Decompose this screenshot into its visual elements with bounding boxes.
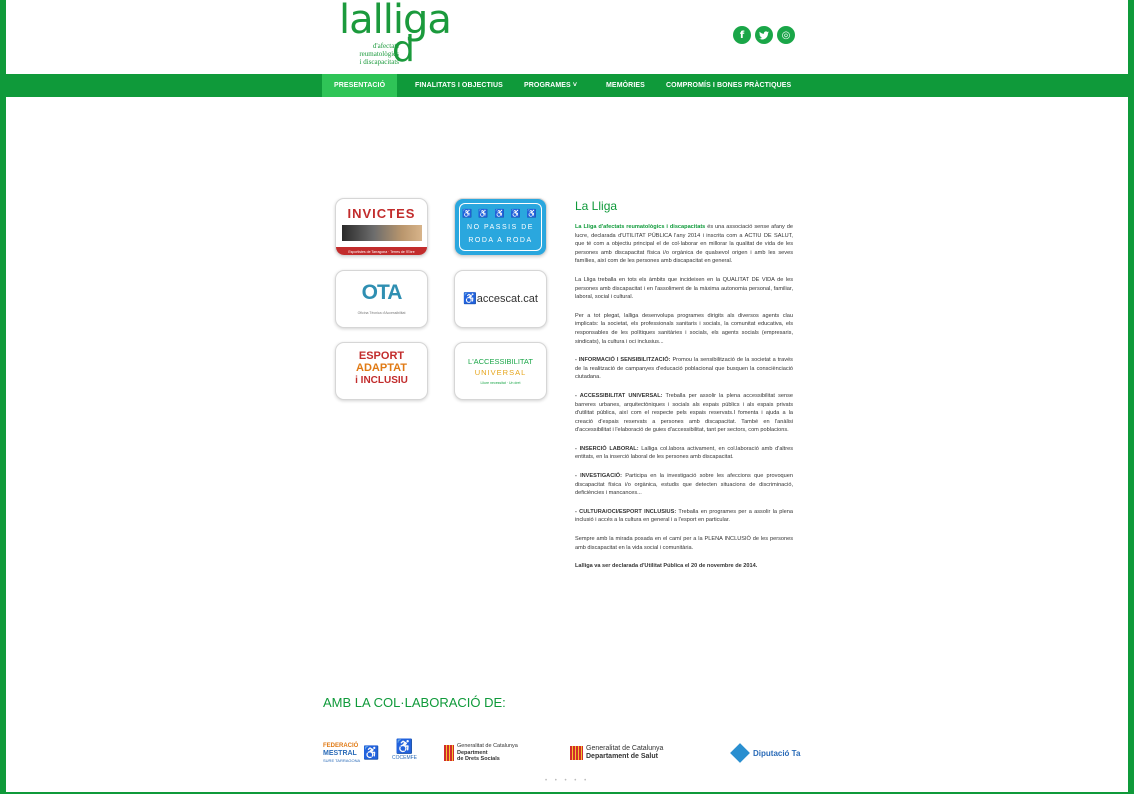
ota-subtitle: Oficina Tècnica d'Accessibilitat <box>357 311 406 315</box>
twitter-icon[interactable] <box>755 26 773 44</box>
diputacio-label: Diputació Ta <box>753 748 801 758</box>
about-heading: La Lliga <box>575 199 618 213</box>
invictes-card[interactable]: INVICTES Esportistes de Tarragona · Terr… <box>335 198 428 256</box>
senyera-icon <box>570 746 583 760</box>
nav-item-programes[interactable]: PROGRAMES ˅ <box>512 74 589 97</box>
nav-item-presentacio[interactable]: PRESENTACIÓ <box>322 74 398 97</box>
program-cultura: - CULTURA/OCI/ESPORT INCLUSIUS: Treballa… <box>575 508 793 525</box>
cocemfe-label: COCEMFE <box>392 755 417 761</box>
logo-tagline: d'afectats reumatològics i discapacitats <box>335 42 399 66</box>
page-frame <box>0 0 1134 794</box>
accessibilitat-line3: Lliure necessitat · Un dret <box>480 381 521 385</box>
salut-line1: Generalitat de Catalunya <box>586 745 664 752</box>
program-insercio: - INSERCIÓ LABORAL: Lalliga col.labora a… <box>575 445 793 462</box>
program-title: - INVESTIGACIÓ: <box>575 473 623 480</box>
mestral-line1: FEDERACIÓ <box>323 742 359 749</box>
senyera-icon <box>444 745 454 761</box>
accescat-card[interactable]: ♿accescat.cat <box>454 270 547 328</box>
accessibilitat-line1: L'ACCESSIBILITAT <box>468 357 533 366</box>
wheelchair-icons: ♿ ♿ ♿ ♿ ♿ <box>462 209 539 218</box>
nav-item-finalitats[interactable]: FINALITATS I OBJECTIUS <box>403 74 515 97</box>
no-passis-line1: NO PASSIS DE <box>467 224 534 231</box>
main-nav: PRESENTACIÓ FINALITATS I OBJECTIUS PROGR… <box>6 74 1128 97</box>
wheelchair-icon: ♿ <box>463 293 477 305</box>
about-section: La Lliga La Lliga d'afectats reumatològi… <box>575 199 793 581</box>
esport-line3: i INCLUSIU <box>355 375 408 386</box>
esport-adaptat-card[interactable]: ESPORT ADAPTAT i INCLUSIU <box>335 342 428 400</box>
instagram-icon[interactable]: ◎ <box>777 26 795 44</box>
accessibilitat-line2: UNIVERSAL <box>474 368 527 377</box>
utilitat-publica-note: Lalliga va ser declarada d'Utilitat Públ… <box>575 563 758 570</box>
about-lead: La Lliga d'afectats reumatològics i disc… <box>575 224 706 230</box>
program-informacio: - INFORMACIÓ I SENSIBILITZACIÓ: Promou l… <box>575 356 793 382</box>
program-title: - ACCESSIBILITAT UNIVERSAL: <box>575 392 663 399</box>
sponsor-diputacio[interactable]: Diputació Ta <box>730 738 801 768</box>
about-paragraph: La Lliga treballa en tots els àmbits que… <box>575 276 793 301</box>
esport-line2: ADAPTAT <box>356 362 407 374</box>
nav-item-compromis[interactable]: COMPROMÍS I BONES PRÀCTIQUES <box>654 74 803 97</box>
cocemfe-icon: ♿ <box>395 738 414 754</box>
logo-tagline-line: i discapacitats <box>359 58 399 66</box>
about-text: és una associació sense afany de lucre, … <box>575 224 793 265</box>
salut-line2: Departament de Salut <box>586 753 658 760</box>
drets-line3: de Drets Socials <box>457 756 500 763</box>
about-paragraph: Sempre amb la mirada posada en el camí p… <box>575 536 793 551</box>
collab-title: AMB LA COL·LABORACIÓ DE: <box>323 695 506 710</box>
sponsor-salut[interactable]: Generalitat de Catalunya Departament de … <box>570 738 663 768</box>
carousel-dots[interactable]: • • • • • <box>545 778 589 784</box>
drets-line1: Generalitat de Catalunya <box>457 743 518 750</box>
ota-title: OTA <box>361 281 403 304</box>
nav-item-memories[interactable]: MEMÒRIES <box>594 74 657 97</box>
prosthetic-arm-image <box>342 225 422 241</box>
esport-line1: ESPORT <box>358 350 405 362</box>
sponsor-cocemfe[interactable]: ♿ COCEMFE <box>392 738 417 768</box>
diputacio-diamond-icon <box>730 743 750 763</box>
sponsor-drets-socials[interactable]: Generalitat de Catalunya Department de D… <box>444 738 518 768</box>
social-links: f ◎ <box>733 26 795 44</box>
mestral-line3: SURE TARRAGONA <box>323 757 361 763</box>
logo-tagline-line: d'afectats <box>372 42 399 50</box>
logo-tagline-line: reumatològics <box>359 50 399 58</box>
facebook-icon[interactable]: f <box>733 26 751 44</box>
mestral-line2: MESTRAL <box>323 749 357 757</box>
ota-card[interactable]: OTA Oficina Tècnica d'Accessibilitat <box>335 270 428 328</box>
program-accessibilitat: - ACCESSIBILITAT UNIVERSAL: Treballa per… <box>575 392 793 435</box>
program-title: - CULTURA/OCI/ESPORT INCLUSIUS: <box>575 508 677 515</box>
invictes-title: INVICTES <box>347 206 416 221</box>
no-passis-card[interactable]: ♿ ♿ ♿ ♿ ♿ NO PASSIS DE RODA A RODA <box>454 198 547 256</box>
no-passis-line2: RODA A RODA <box>468 237 533 244</box>
about-paragraph: La Lliga d'afectats reumatològics i disc… <box>575 223 793 266</box>
about-paragraph: Per a tot plegat, lalliga desenvolupa pr… <box>575 312 793 345</box>
program-title: - INFORMACIÓ I SENSIBILITZACIÓ: <box>575 357 671 364</box>
program-title: - INSERCIÓ LABORAL: <box>575 445 639 452</box>
site-logo[interactable]: lalliga b d'afectats reumatològics i dis… <box>335 0 452 70</box>
accessibilitat-universal-card[interactable]: L'ACCESSIBILITAT UNIVERSAL Lliure necess… <box>454 342 547 400</box>
person-icon: ♿ <box>363 745 380 760</box>
sponsor-mestral[interactable]: FEDERACIÓ MESTRAL SURE TARRAGONA ♿ <box>323 738 379 768</box>
program-investigacio: - INVESTIGACIÓ: Participa en la investig… <box>575 472 793 498</box>
accescat-title: ♿accescat.cat <box>455 292 546 305</box>
invictes-subtitle: Esportistes de Tarragona · Terres de l'E… <box>348 250 415 254</box>
accescat-label: accescat.cat <box>476 293 538 305</box>
